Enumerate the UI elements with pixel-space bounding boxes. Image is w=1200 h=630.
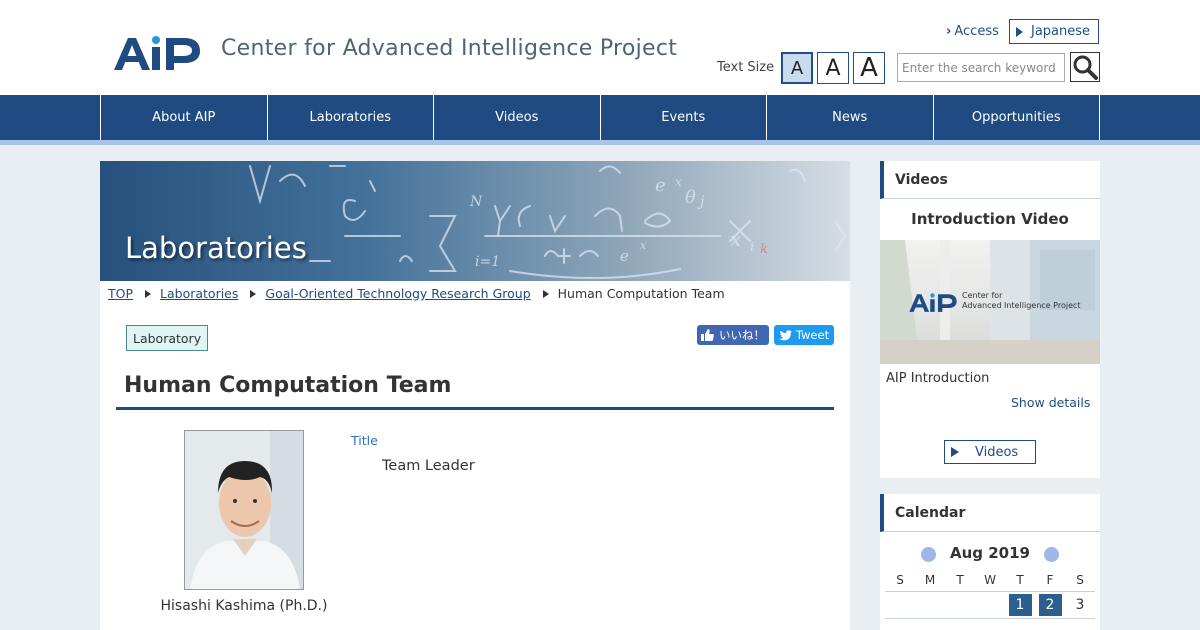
hero-title: Laboratories (125, 231, 307, 265)
text-size-large-button[interactable]: A (853, 52, 885, 84)
svg-text:i=1: i=1 (475, 254, 500, 270)
svg-text:j: j (697, 194, 705, 210)
intro-video-title: Introduction Video (911, 210, 1069, 228)
hero-banner: e x θ j N i=1 e x x i k Laboratories (100, 161, 850, 281)
tweet-button[interactable]: Tweet (774, 325, 834, 345)
thumbnail-caption-line2: Advanced Intelligence Project (962, 301, 1081, 310)
tweet-label: Tweet (795, 328, 830, 342)
person-portrait (185, 431, 303, 589)
aip-logo[interactable] (112, 32, 202, 72)
calendar-day (915, 592, 945, 619)
search-input[interactable] (897, 53, 1065, 82)
svg-text:N: N (469, 194, 483, 210)
svg-text:θ: θ (685, 187, 696, 208)
category-tag[interactable]: Laboratory (126, 325, 209, 351)
weekday-label: S (1076, 573, 1084, 587)
thumbs-up-icon (701, 329, 714, 341)
like-label: いいね！ (719, 328, 765, 342)
videos-button-label: Videos (975, 444, 1019, 460)
calendar-weekdays: S M T W T F S (885, 573, 1095, 592)
videos-widget: Videos Introduction Video Center for Adv… (880, 161, 1100, 478)
text-size-medium-button[interactable]: A (817, 52, 849, 84)
calendar-day (945, 592, 975, 619)
chevron-right-icon: › (946, 24, 952, 39)
person-photo (184, 430, 304, 590)
access-link[interactable]: › Access (946, 24, 999, 39)
breadcrumb-laboratories[interactable]: Laboratories (160, 286, 238, 301)
triangle-right-icon (1016, 26, 1023, 37)
person-name: Hisashi Kashima (Ph.D.) (160, 598, 328, 614)
calendar-day-number: 2 (1038, 594, 1062, 616)
show-details-link[interactable]: Show details (1011, 395, 1090, 410)
svg-text:x: x (675, 175, 682, 189)
site-header: Center for Advanced Intelligence Project… (0, 0, 1200, 95)
title-divider (116, 407, 834, 410)
nav-item-about[interactable]: About AIP (100, 95, 267, 140)
calendar-day-number: 1 (1008, 594, 1032, 616)
triangle-right-icon (250, 289, 257, 298)
weekday-label: F (1046, 573, 1054, 587)
nav-item-events[interactable]: Events (599, 95, 767, 140)
calendar-day (885, 592, 915, 619)
video-thumbnail[interactable]: Center for Advanced Intelligence Project (880, 240, 1100, 364)
breadcrumb-top[interactable]: TOP (108, 286, 133, 301)
breadcrumb: TOP Laboratories Goal-Oriented Technolog… (108, 286, 725, 301)
svg-text:e: e (655, 175, 666, 196)
twitter-bird-icon (778, 329, 792, 340)
calendar-nav: Aug 2019 (880, 542, 1100, 564)
breadcrumb-group[interactable]: Goal-Oriented Technology Research Group (265, 286, 530, 301)
text-size-small-button[interactable]: A (781, 52, 813, 84)
site-title[interactable]: Center for Advanced Intelligence Project (221, 36, 677, 61)
weekday-label: W (984, 573, 996, 587)
videos-heading: Videos (880, 161, 1100, 199)
main-content: e x θ j N i=1 e x x i k Laboratories TOP… (100, 161, 850, 630)
svg-text:e: e (620, 247, 629, 265)
title-field-value: Team Leader (382, 458, 475, 474)
svg-text:x: x (730, 227, 741, 251)
nav-item-laboratories[interactable]: Laboratories (266, 95, 434, 140)
calendar-widget: Calendar Aug 2019 S M T W T F S 1 2 3 (880, 494, 1100, 630)
svg-text:x: x (640, 239, 647, 252)
aip-logo (909, 293, 957, 312)
calendar-week-row: 1 2 3 (885, 592, 1095, 619)
language-button[interactable]: Japanese (1009, 19, 1099, 44)
breadcrumb-current: Human Computation Team (557, 286, 725, 301)
search-button[interactable] (1070, 52, 1100, 82)
calendar-day-event[interactable]: 1 (1005, 592, 1035, 619)
nav-item-news[interactable]: News (766, 95, 933, 140)
triangle-right-icon (145, 289, 152, 298)
facebook-like-button[interactable]: いいね！ (697, 325, 769, 345)
thumbnail-caption-line1: Center for (962, 291, 1003, 300)
prev-month-button[interactable] (921, 547, 936, 562)
calendar-day-event[interactable]: 2 (1035, 592, 1065, 619)
triangle-right-icon (951, 447, 959, 457)
nav-item-opportunities[interactable]: Opportunities (932, 95, 1100, 140)
weekday-label: S (896, 573, 904, 587)
page-title: Human Computation Team (124, 373, 452, 398)
calendar-heading: Calendar (880, 494, 1100, 532)
title-field-label: Title (351, 433, 378, 448)
text-size-label: Text Size (717, 60, 775, 75)
triangle-right-icon (542, 289, 549, 298)
weekday-label: T (1016, 573, 1024, 587)
language-label: Japanese (1031, 24, 1091, 39)
weekday-label: M (924, 573, 936, 587)
next-month-button[interactable] (1044, 547, 1059, 562)
main-nav: About AIP Laboratories Videos Events New… (0, 95, 1200, 145)
weekday-label: T (956, 573, 964, 587)
calendar-day: 3 (1075, 597, 1085, 613)
svg-text:k: k (760, 242, 768, 257)
svg-text:i: i (750, 240, 754, 255)
calendar-month: Aug 2019 (950, 544, 1030, 562)
nav-item-videos[interactable]: Videos (433, 95, 600, 140)
video-name[interactable]: AIP Introduction (886, 371, 989, 386)
calendar-day (975, 592, 1005, 619)
search-icon (1073, 55, 1098, 80)
access-label: Access (954, 24, 999, 39)
videos-button[interactable]: Videos (944, 440, 1036, 464)
